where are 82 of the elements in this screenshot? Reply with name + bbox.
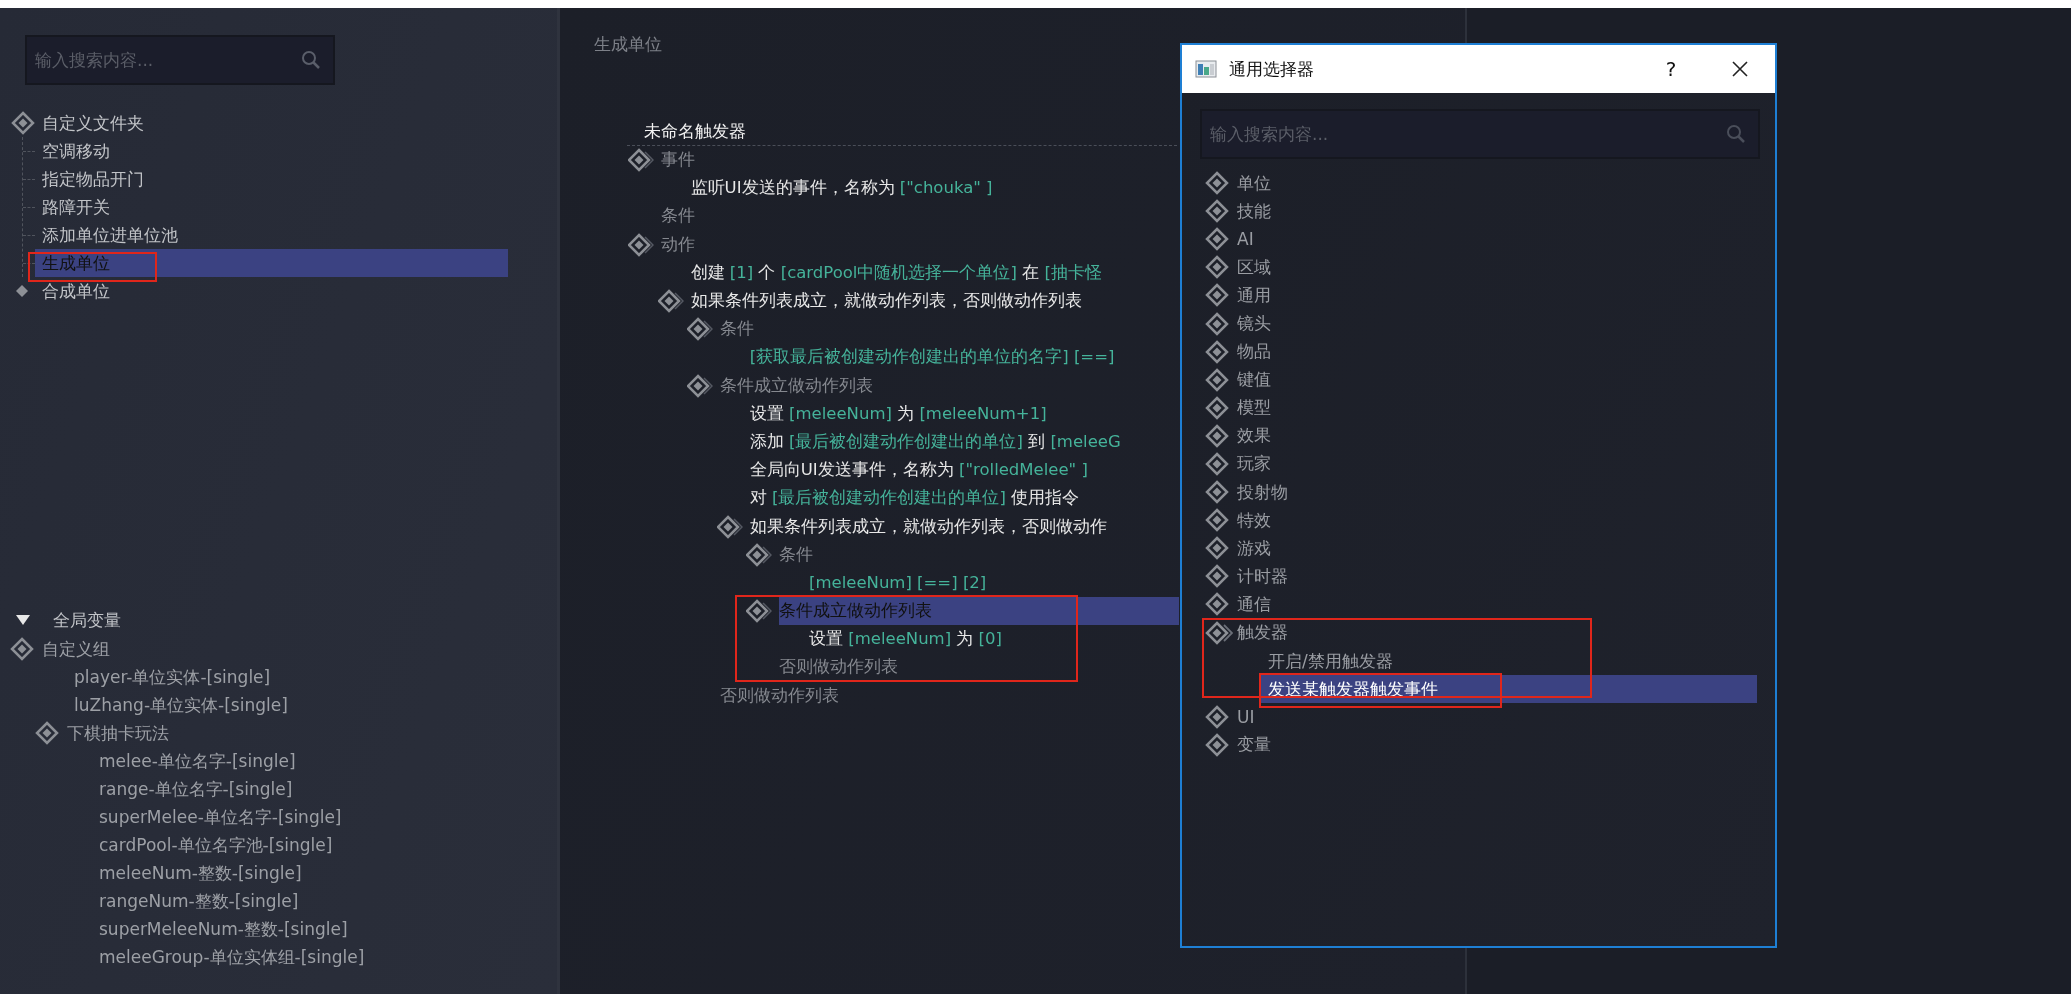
folder-item[interactable]: 自定义文件夹 <box>42 109 144 137</box>
block-label[interactable]: 条件成立做动作列表 <box>720 371 874 400</box>
action-statement[interactable]: 设置 [meleeNum] 为 [meleeNum+1] <box>749 399 1047 428</box>
category-item[interactable]: UI <box>1237 706 1255 727</box>
category-item[interactable]: 模型 <box>1237 396 1271 420</box>
category-item[interactable]: 区域 <box>1237 255 1271 279</box>
trigger-name: 未命名触发器 <box>644 121 746 141</box>
variable-item[interactable]: meleeGroup-单位实体组-[single] <box>67 945 365 969</box>
category-item[interactable]: 技能 <box>1237 199 1271 223</box>
variable-item[interactable]: superMeleeNum-整数-[single] <box>67 917 348 941</box>
tree-item[interactable]: 添加单位进单位池 <box>35 221 508 249</box>
search-icon <box>1726 124 1746 144</box>
category-item[interactable]: 键值 <box>1237 368 1271 392</box>
action-statement[interactable]: 创建 [1] 个 [cardPool中随机选择一个单位] 在 [抽卡怪 <box>690 258 1102 287</box>
category-item[interactable]: 效果 <box>1237 424 1271 448</box>
triangle-icon[interactable] <box>15 614 31 626</box>
close-icon[interactable] <box>1731 60 1749 78</box>
category-item[interactable]: 单位 <box>1237 171 1271 195</box>
category-item[interactable]: 通用 <box>1237 283 1271 307</box>
dialog-title: 通用选择器 <box>1229 57 1315 81</box>
action-statement[interactable]: 监听UI发送的事件，名称为 ["chouka" ] <box>690 174 993 203</box>
tree-item[interactable]: 空调移动 <box>35 137 508 165</box>
editor-title: 生成单位 <box>594 33 663 56</box>
category-item[interactable]: 变量 <box>1237 733 1271 757</box>
diamond-icon[interactable] <box>628 148 654 173</box>
block-label[interactable]: 否则做动作列表 <box>720 681 840 710</box>
action-statement[interactable]: 对 [最后被创建动作创建出的单位] 使用指令 <box>749 484 1080 513</box>
group-item[interactable]: 下棋抽卡玩法 <box>67 721 169 745</box>
group-item[interactable]: 自定义组 <box>42 637 110 661</box>
category-item[interactable]: 物品 <box>1237 340 1271 364</box>
diamond-icon[interactable] <box>628 232 654 257</box>
tree-item[interactable]: 指定物品开门 <box>35 165 508 193</box>
search-icon <box>301 50 321 70</box>
category-item[interactable]: 玩家 <box>1237 452 1271 476</box>
diamond-icon <box>15 284 29 298</box>
diamond-icon[interactable] <box>746 542 773 567</box>
category-item[interactable]: 游戏 <box>1237 536 1271 560</box>
tree-item[interactable]: 路障开关 <box>35 193 508 221</box>
search-field[interactable]: 输入搜索内容... <box>1200 109 1760 159</box>
diamond-icon <box>35 721 59 745</box>
diamond-icon[interactable] <box>657 289 684 314</box>
variable-item[interactable]: rangeNum-整数-[single] <box>67 889 299 913</box>
block-label[interactable]: 如果条件列表成立，就做动作列表，否则做动作 <box>749 512 1107 541</box>
category-item[interactable]: 通信 <box>1237 592 1271 616</box>
window-icon <box>1195 60 1217 78</box>
variable-item[interactable]: player-单位实体-[single] <box>42 665 271 689</box>
list-item[interactable]: 开启/禁用触发器 <box>1260 646 1393 675</box>
block-label[interactable]: 如果条件列表成立，就做动作列表，否则做动作列表 <box>690 287 1082 316</box>
diamond-icon[interactable] <box>716 514 743 539</box>
block-label[interactable]: 条件 <box>661 202 695 231</box>
block-label[interactable]: 事件 <box>661 146 695 175</box>
variable-item[interactable]: range-单位名字-[single] <box>67 777 293 801</box>
category-item[interactable]: 特效 <box>1237 508 1271 532</box>
variable-item[interactable]: meleeNum-整数-[single] <box>67 861 302 885</box>
help-button[interactable]: ? <box>1651 57 1691 81</box>
search-field[interactable]: 输入搜索内容... <box>25 35 335 85</box>
diamond-icon[interactable] <box>687 317 714 342</box>
category-item[interactable]: 触发器 <box>1237 621 1288 645</box>
section-title: 全局变量 <box>53 608 121 632</box>
block-label[interactable]: 条件 <box>720 315 755 344</box>
block-label[interactable]: 否则做动作列表 <box>779 653 899 682</box>
diamond-icon[interactable] <box>687 373 714 398</box>
action-statement[interactable]: 添加 [最后被创建动作创建出的单位] 到 [meleeG <box>749 427 1121 456</box>
action-statement[interactable]: 设置 [meleeNum] 为 [0] <box>809 625 1002 654</box>
diamond-icon[interactable] <box>11 111 35 135</box>
variable-item[interactable]: cardPool-单位名字池-[single] <box>67 833 333 857</box>
variable-item[interactable]: melee-单位名字-[single] <box>67 749 296 773</box>
diamond-icon[interactable] <box>1205 620 1233 645</box>
variable-item[interactable]: superMelee-单位名字-[single] <box>67 805 342 829</box>
block-label[interactable]: 动作 <box>661 230 695 259</box>
tree-item[interactable]: 合成单位 <box>42 277 110 305</box>
category-item[interactable]: 投射物 <box>1237 480 1288 504</box>
diamond-icon[interactable] <box>746 599 773 624</box>
diamond-icon <box>10 637 34 661</box>
category-item[interactable]: 计时器 <box>1237 564 1288 588</box>
action-statement[interactable]: 全局向UI发送事件，名称为 ["rolledMelee" ] <box>749 456 1088 485</box>
action-statement[interactable]: [获取最后被创建动作创建出的单位的名字] [==] <box>749 343 1115 372</box>
category-item[interactable]: AI <box>1237 229 1254 250</box>
block-label[interactable]: 条件 <box>779 540 814 569</box>
action-statement[interactable]: [meleeNum] [==] [2] <box>809 568 987 597</box>
variable-item[interactable]: luZhang-单位实体-[single] <box>42 693 288 717</box>
category-item[interactable]: 镜头 <box>1237 312 1271 335</box>
